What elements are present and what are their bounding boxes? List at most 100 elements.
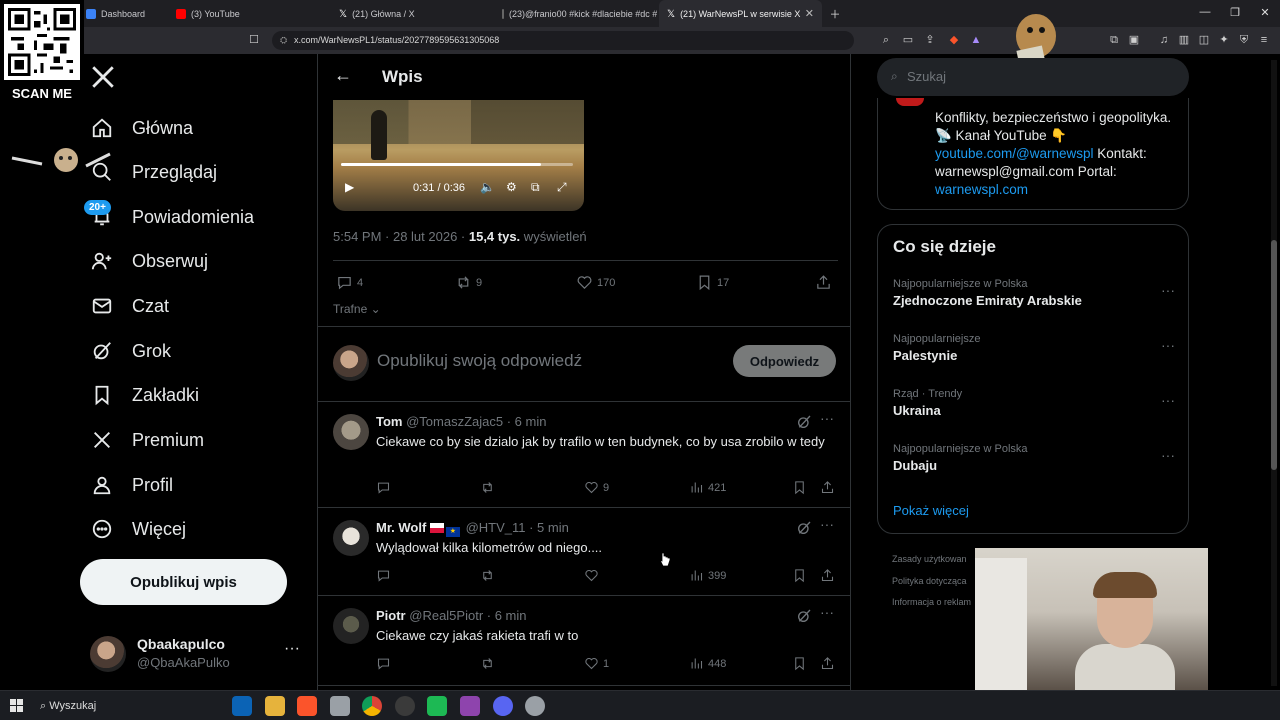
like-button[interactable]: 1 <box>584 656 609 671</box>
edge-icon[interactable] <box>232 696 252 716</box>
nav-more[interactable]: Więcej <box>88 511 186 547</box>
brave-shield-icon[interactable]: ◆ <box>946 32 962 48</box>
settings-gear-icon[interactable]: ⚙ <box>506 180 517 194</box>
views-button[interactable]: 421 <box>689 480 726 495</box>
footer-link[interactable]: Zasady użytkowan <box>892 554 967 564</box>
tab-warnewspl[interactable]: 𝕏 (21) WarNewsPL w serwisie X ✕ <box>659 0 822 27</box>
scrollbar-thumb[interactable] <box>1271 240 1277 470</box>
nav-chat[interactable]: Czat <box>88 288 169 324</box>
media-app-icon[interactable] <box>427 696 447 716</box>
trend-item[interactable]: Najpopularniejsze w Polska Zjednoczone Em… <box>893 278 1183 318</box>
tab-x-home[interactable]: 𝕏 (21) Główna / X <box>331 0 494 27</box>
app-icon[interactable] <box>330 696 350 716</box>
app-icon[interactable] <box>525 696 545 716</box>
share-icon[interactable] <box>820 480 839 495</box>
app-icon[interactable] <box>460 696 480 716</box>
views-button[interactable]: 399 <box>689 568 726 583</box>
bookmark-icon[interactable] <box>792 568 811 583</box>
media-icon[interactable]: ♫ <box>1156 32 1172 48</box>
trend-item[interactable]: Najpopularniejsze w Polska Dubaju ··· <box>893 443 1183 483</box>
repost-icon[interactable] <box>480 480 499 495</box>
more-dots-icon[interactable]: ··· <box>820 604 834 620</box>
repost-action[interactable]: 9 <box>455 274 482 291</box>
close-tab-icon[interactable]: ✕ <box>805 7 814 20</box>
bookmark-page-icon[interactable]: ☐ <box>246 32 262 48</box>
more-dots-icon[interactable]: ··· <box>820 410 834 426</box>
footer-link[interactable]: Polityka dotycząca <box>892 576 967 586</box>
new-tab-button[interactable]: ＋ <box>820 6 850 22</box>
account-switcher[interactable]: Qbaakapulco @QbaAkaPulko ··· <box>90 632 310 674</box>
trend-item[interactable]: Rząd · Trendy Ukraina ··· <box>893 388 1183 428</box>
show-more-link[interactable]: Pokaż więcej <box>893 503 969 518</box>
video-player[interactable]: ▶ 0:31 / 0:36 🔈 ⚙ ⧉ ⤢ <box>333 100 584 211</box>
vpn-icon[interactable]: ⛨ <box>1236 32 1252 48</box>
sidebar-icon[interactable]: ▥ <box>1176 32 1192 48</box>
brave-icon[interactable] <box>297 696 317 716</box>
reply-item[interactable]: Piotr @Real5Piotr · 6 min ··· Ciekawe cz… <box>318 596 850 686</box>
leo-icon[interactable]: ✦ <box>1216 32 1232 48</box>
grok-icon[interactable] <box>796 414 812 430</box>
trend-item[interactable]: Najpopularniejsze Palestynie ··· <box>893 333 1183 373</box>
volume-icon[interactable]: 🔈 <box>480 180 495 194</box>
post-button[interactable]: Opublikuj wpis <box>80 559 287 605</box>
nav-notifications[interactable]: Powiadomienia <box>88 199 254 235</box>
scrollbar-track[interactable] <box>1271 60 1277 686</box>
share-icon[interactable] <box>820 568 839 583</box>
more-dots-icon[interactable]: ··· <box>1161 282 1175 298</box>
reply-icon[interactable] <box>376 480 395 495</box>
reply-icon[interactable] <box>376 656 395 671</box>
minimize-button[interactable]: — <box>1190 6 1220 18</box>
obs-icon[interactable] <box>395 696 415 716</box>
share-icon[interactable]: ⇪ <box>922 32 938 48</box>
nav-grok[interactable]: Grok <box>88 333 171 369</box>
back-arrow-icon[interactable]: ← <box>334 65 352 86</box>
views-button[interactable]: 448 <box>689 656 726 671</box>
reply-icon[interactable] <box>376 568 395 583</box>
portal-link[interactable]: warnewspl.com <box>935 182 1028 197</box>
wallet-alt-icon[interactable]: ◫ <box>1196 32 1212 48</box>
nav-bookmarks[interactable]: Zakładki <box>88 377 199 413</box>
reply-input[interactable]: Opublikuj swoją odpowiedź <box>377 351 582 371</box>
close-window-button[interactable]: ✕ <box>1250 6 1280 19</box>
more-dots-icon[interactable]: ··· <box>1161 337 1175 353</box>
like-button[interactable] <box>584 568 603 583</box>
tab-dashboard[interactable]: Dashboard <box>78 0 168 27</box>
more-dots-icon[interactable]: ··· <box>1161 392 1175 408</box>
more-dots-icon[interactable]: ··· <box>1161 447 1175 463</box>
repost-icon[interactable] <box>480 656 499 671</box>
repost-icon[interactable] <box>480 568 499 583</box>
like-action[interactable]: 170 <box>576 274 615 291</box>
grok-icon[interactable] <box>796 608 812 624</box>
reply-action[interactable]: 4 <box>336 274 363 291</box>
taskbar-search[interactable]: ⌕ Wyszukaj <box>30 695 220 717</box>
cast-icon[interactable]: ▭ <box>900 32 916 48</box>
bookmark-action[interactable]: 17 <box>696 274 729 291</box>
tab-youtube[interactable]: (3) YouTube <box>168 0 331 27</box>
bookmark-icon[interactable] <box>792 656 811 671</box>
reply-item[interactable]: Tom @TomaszZajac5 · 6 min ··· Ciekawe co… <box>318 402 850 508</box>
url-field[interactable]: ⛭ x.com/WarNewsPL1/status/202778959563130… <box>272 31 854 50</box>
play-icon[interactable]: ▶ <box>345 180 354 194</box>
x-logo-icon[interactable] <box>90 64 116 90</box>
brave-rewards-icon[interactable]: ▲ <box>968 32 984 48</box>
youtube-link[interactable]: youtube.com/@warnewspl <box>935 146 1094 161</box>
wallet-icon[interactable]: ▣ <box>1126 32 1142 48</box>
menu-icon[interactable]: ≡ <box>1256 32 1272 48</box>
reply-button[interactable]: Odpowiedz <box>733 345 836 377</box>
nav-profile[interactable]: Profil <box>88 467 173 503</box>
site-info-icon[interactable]: ⛭ <box>280 31 287 50</box>
windows-start-icon[interactable] <box>10 699 23 712</box>
nav-premium[interactable]: Premium <box>88 422 204 458</box>
extensions-icon[interactable]: ⧉ <box>1106 32 1122 48</box>
zoom-icon[interactable]: ⌕ <box>878 32 894 48</box>
share-icon[interactable] <box>820 656 839 671</box>
nav-explore[interactable]: Przeglądaj <box>88 154 217 190</box>
reply-item[interactable]: Mr. Wolf ★ @HTV_11 · 5 min ··· Wylądował… <box>318 508 850 596</box>
video-progress-bar[interactable] <box>341 163 573 166</box>
sort-replies-dropdown[interactable]: Trafne ⌄ <box>333 302 381 316</box>
more-dots-icon[interactable]: ··· <box>284 640 300 658</box>
fullscreen-icon[interactable]: ⤢ <box>557 180 567 195</box>
pip-icon[interactable]: ⧉ <box>531 180 540 195</box>
chrome-icon[interactable] <box>362 696 382 716</box>
bookmark-icon[interactable] <box>792 480 811 495</box>
